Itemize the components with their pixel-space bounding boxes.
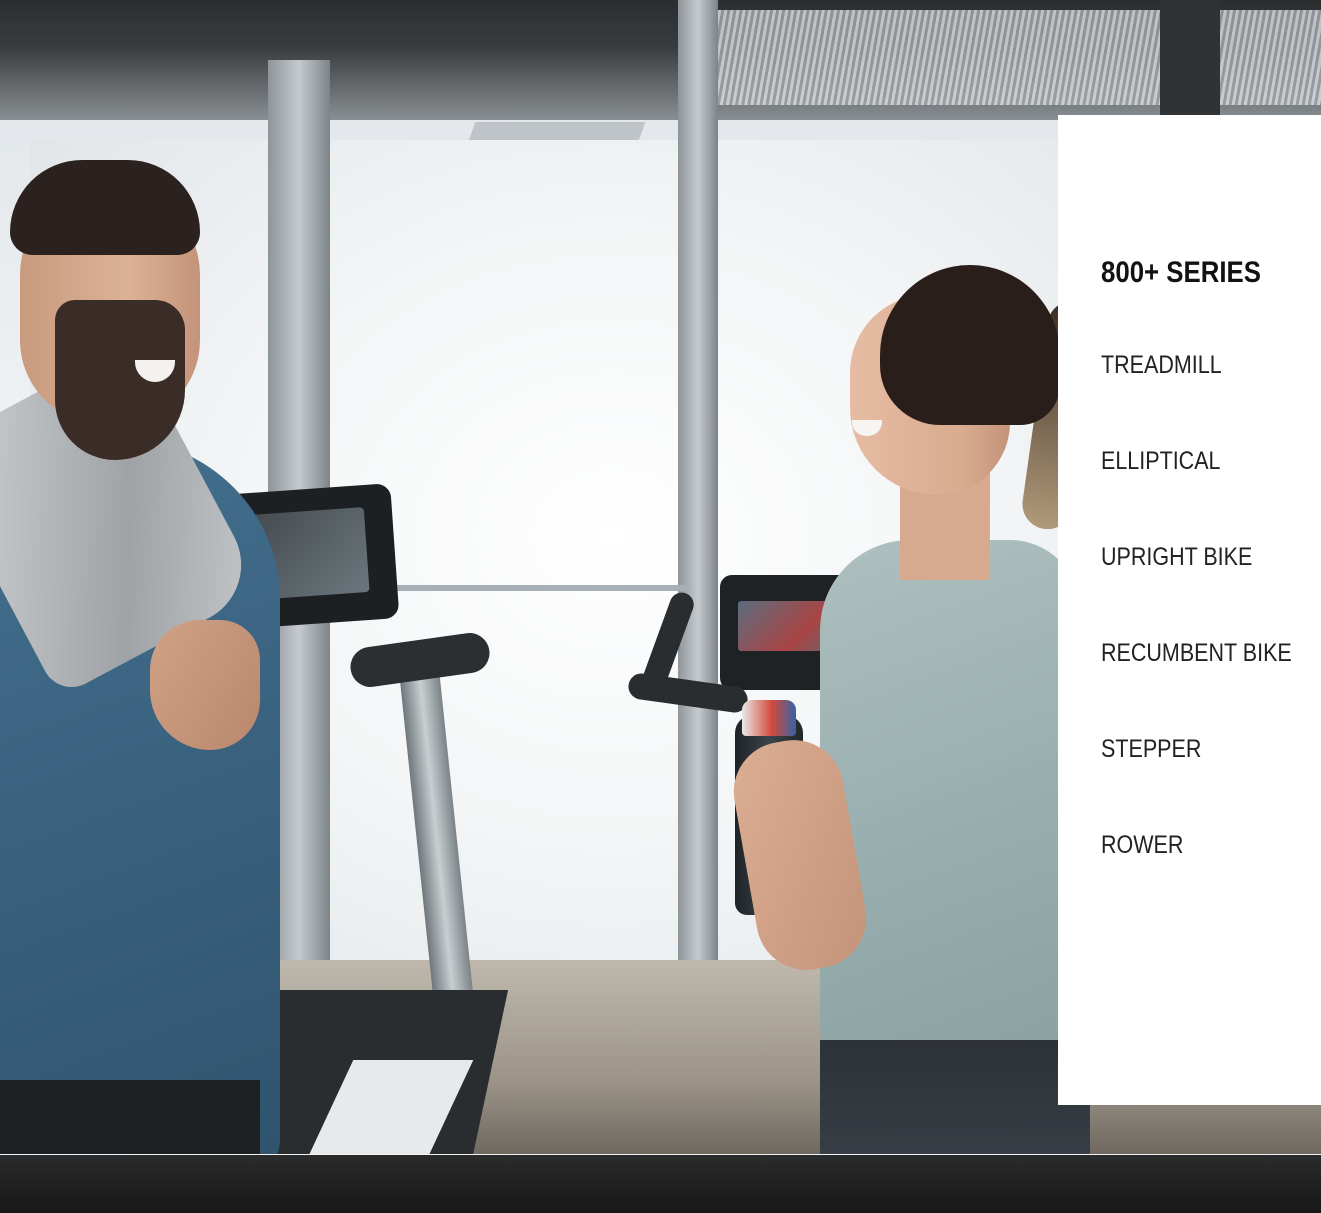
menu-item-rower[interactable]: ROWER <box>1101 830 1292 926</box>
menu-item-stepper[interactable]: STEPPER <box>1101 734 1292 830</box>
series-title: 800+ SERIES <box>1101 256 1261 289</box>
menu-item-elliptical[interactable]: ELLIPTICAL <box>1101 446 1292 542</box>
series-menu-list: TREADMILL ELLIPTICAL UPRIGHT BIKE RECUMB… <box>1101 350 1321 926</box>
woman-leggings <box>820 1040 1090 1155</box>
man-hand <box>150 620 260 750</box>
ceiling-slats <box>700 10 1321 105</box>
page: 800+ SERIES TREADMILL ELLIPTICAL UPRIGHT… <box>0 0 1321 1213</box>
man-beard <box>55 300 185 460</box>
bottom-bar <box>0 1155 1321 1213</box>
balcony-railing <box>360 585 690 591</box>
water-bottle-cap <box>742 700 796 736</box>
window-frame <box>678 0 718 1100</box>
woman-tank-top <box>820 540 1080 1060</box>
menu-item-treadmill[interactable]: TREADMILL <box>1101 350 1292 446</box>
man-pants <box>0 1080 260 1155</box>
man-hair <box>10 160 200 255</box>
series-menu-panel: 800+ SERIES TREADMILL ELLIPTICAL UPRIGHT… <box>1058 115 1321 1105</box>
menu-item-recumbent-bike[interactable]: RECUMBENT BIKE <box>1101 638 1292 734</box>
window-frame <box>1160 0 1220 130</box>
menu-item-upright-bike[interactable]: UPRIGHT BIKE <box>1101 542 1292 638</box>
